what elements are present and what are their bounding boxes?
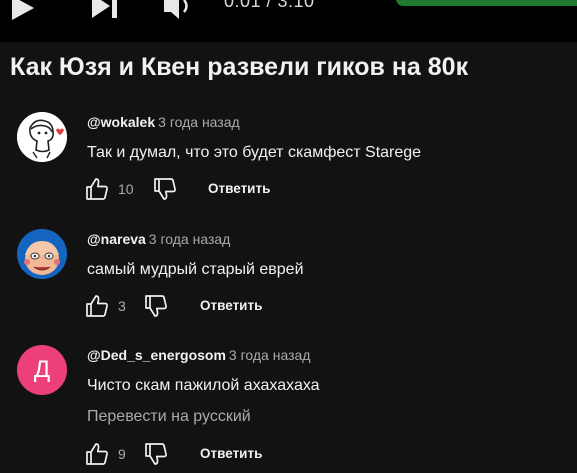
reply-button[interactable]: Ответить [200,298,262,313]
character-avatar-icon [17,229,67,279]
like-count: 9 [118,446,126,462]
avatar[interactable] [17,229,67,279]
timestamp[interactable]: 3 года назад [158,114,240,130]
play-icon[interactable] [8,0,38,26]
volume-icon[interactable] [160,0,196,26]
reply-button[interactable]: Ответить [200,446,262,461]
avatar[interactable]: Д [17,345,67,395]
dislike-icon[interactable] [143,441,169,467]
dislike-icon[interactable] [152,176,178,202]
author-line: @wokalek 3 года назад [87,114,240,130]
author-name[interactable]: @wokalek [87,114,155,130]
author-line: @Ded_s_energosom 3 года назад [87,347,310,363]
author-name[interactable]: @Ded_s_energosom [87,347,226,363]
time-readout: 0:01 / 3:10 [224,0,315,11]
author-line: @nareva 3 года назад [87,231,230,247]
comment-text: самый мудрый старый еврей [87,261,304,278]
like-icon[interactable] [84,293,110,319]
reply-button[interactable]: Ответить [208,181,270,196]
avatar-letter: Д [33,356,51,383]
green-button[interactable] [396,0,577,6]
avatar[interactable] [17,112,67,162]
comment-text: Так и думал, что это будет скамфест Star… [87,144,422,161]
translate-link[interactable]: Перевести на русский [87,408,251,426]
page: 0:01 / 3:10 Как Юзя и Квен развели гиков… [0,0,577,473]
author-name[interactable]: @nareva [87,231,146,247]
timestamp[interactable]: 3 года назад [149,231,231,247]
like-icon[interactable] [84,176,110,202]
dislike-icon[interactable] [143,293,169,319]
like-count: 3 [118,298,126,314]
player-controls: 0:01 / 3:10 [0,0,577,42]
like-count: 10 [118,181,134,197]
video-title: Как Юзя и Квен развели гиков на 80к [10,53,469,81]
sketch-avatar-icon [17,112,67,162]
timestamp[interactable]: 3 года назад [229,347,311,363]
like-icon[interactable] [84,441,110,467]
comment-text: Чисто скам пажилой ахахахаха [87,377,320,394]
next-icon[interactable] [88,0,122,26]
